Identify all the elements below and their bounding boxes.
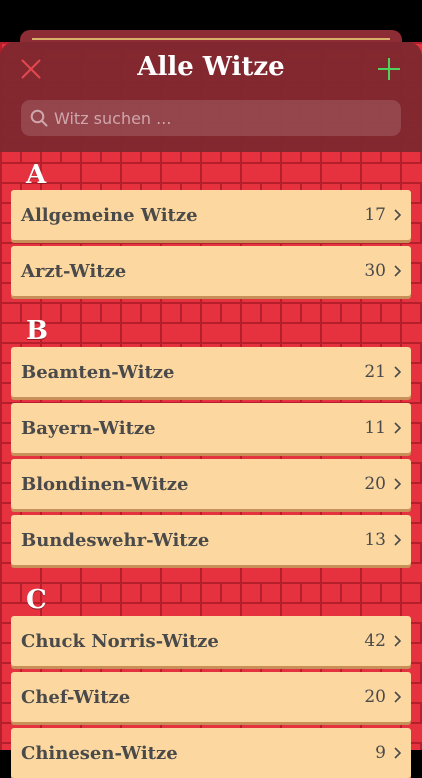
list-item[interactable]: Beamten-Witze 21 <box>11 347 411 397</box>
category-count: 21 <box>364 362 386 382</box>
category-count: 42 <box>364 631 386 651</box>
list-item[interactable]: Chef-Witze 20 <box>11 672 411 722</box>
section-header-a: A <box>26 160 47 190</box>
list-item[interactable]: Bayern-Witze 11 <box>11 403 411 453</box>
search-icon <box>30 109 48 127</box>
category-label: Chuck Norris-Witze <box>21 630 219 652</box>
chevron-right-icon <box>394 635 401 647</box>
category-label: Allgemeine Witze <box>21 204 198 226</box>
chevron-right-icon <box>394 209 401 221</box>
category-label: Chinesen-Witze <box>21 742 178 764</box>
section-header-b: B <box>26 316 48 346</box>
category-count: 20 <box>364 474 386 494</box>
page-title: Alle Witze <box>137 52 285 82</box>
chevron-right-icon <box>394 366 401 378</box>
category-count: 9 <box>375 743 386 763</box>
chevron-right-icon <box>394 534 401 546</box>
category-count: 20 <box>364 687 386 707</box>
chevron-right-icon <box>394 747 401 759</box>
category-label: Arzt-Witze <box>21 260 127 282</box>
chevron-right-icon <box>394 478 401 490</box>
list-item[interactable]: Blondinen-Witze 20 <box>11 459 411 509</box>
chevron-right-icon <box>394 691 401 703</box>
category-label: Chef-Witze <box>21 686 131 708</box>
list-item[interactable]: Arzt-Witze 30 <box>11 246 411 296</box>
list-item[interactable]: Chinesen-Witze 9 <box>11 728 411 778</box>
plus-icon[interactable] <box>378 58 400 80</box>
list-item[interactable]: Chuck Norris-Witze 42 <box>11 616 411 666</box>
list-item[interactable]: Bundeswehr-Witze 13 <box>11 515 411 565</box>
category-label: Bayern-Witze <box>21 417 156 439</box>
category-label: Bundeswehr-Witze <box>21 529 210 551</box>
search-input[interactable] <box>54 100 401 136</box>
list-item[interactable]: Allgemeine Witze 17 <box>11 190 411 240</box>
category-count: 13 <box>364 530 386 550</box>
category-label: Blondinen-Witze <box>21 473 189 495</box>
category-count: 30 <box>364 261 386 281</box>
category-label: Beamten-Witze <box>21 361 175 383</box>
search-bar[interactable] <box>21 100 401 136</box>
category-count: 11 <box>364 418 386 438</box>
section-header-c: C <box>26 585 47 615</box>
chevron-right-icon <box>394 265 401 277</box>
category-count: 17 <box>364 205 386 225</box>
chevron-right-icon <box>394 422 401 434</box>
